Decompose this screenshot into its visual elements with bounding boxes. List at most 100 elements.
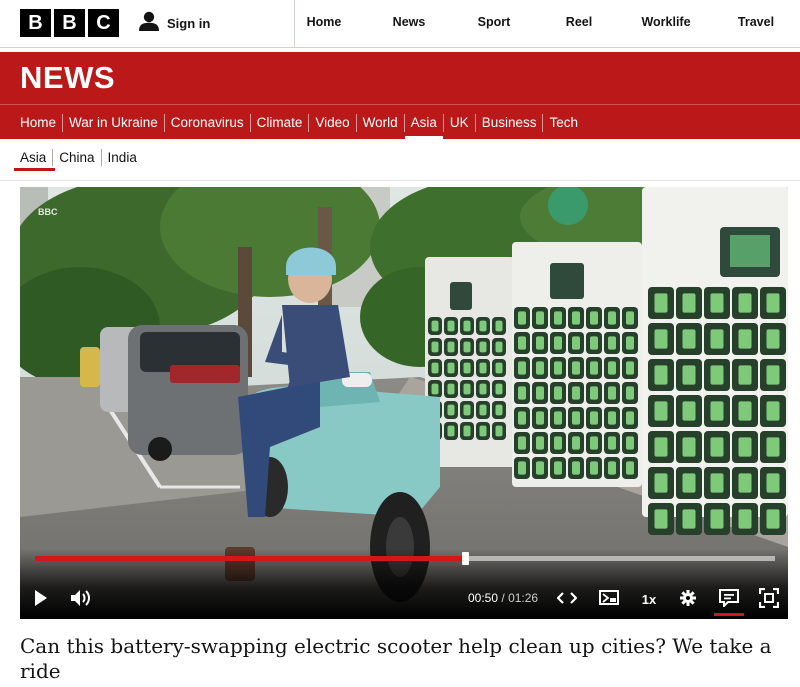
section-nav-label[interactable]: War in Ukraine	[63, 115, 164, 130]
battery-indicator	[626, 461, 634, 475]
signin-label: Sign in	[167, 15, 211, 31]
video-player[interactable]: BBC 00:50 / 01:26 1x	[20, 187, 788, 619]
section-nav-label[interactable]: UK	[444, 115, 475, 130]
global-nav-home[interactable]: Home	[295, 0, 353, 48]
battery-indicator	[431, 383, 439, 395]
section-nav-video[interactable]: Video	[309, 105, 355, 140]
battery-indicator	[682, 509, 696, 529]
section-nav-uk[interactable]: UK	[444, 105, 475, 140]
section-nav-label[interactable]: Climate	[251, 115, 309, 130]
battery-indicator	[682, 401, 696, 421]
battery-indicator	[608, 311, 616, 325]
battery-indicator	[518, 411, 526, 425]
embed-button[interactable]	[554, 586, 580, 612]
fullscreen-button[interactable]	[756, 586, 782, 612]
section-nav-label[interactable]: Business	[476, 115, 543, 130]
battery-indicator	[495, 383, 503, 395]
picture-in-picture-icon	[599, 589, 619, 609]
sub-nav-asia[interactable]: Asia	[14, 150, 52, 165]
volume-button[interactable]	[66, 586, 96, 612]
section-nav-home[interactable]: Home	[14, 105, 62, 140]
seek-bar-handle[interactable]	[461, 552, 469, 565]
battery-indicator	[536, 436, 544, 450]
bbc-logo[interactable]: B B C	[20, 9, 119, 37]
battery-indicator	[590, 361, 598, 375]
battery-indicator	[479, 341, 487, 353]
battery-indicator	[738, 365, 752, 385]
section-nav-tech[interactable]: Tech	[543, 105, 584, 140]
section-nav-label[interactable]: Coronavirus	[165, 115, 250, 130]
embed-icon	[556, 591, 578, 608]
sub-nav-china[interactable]: China	[53, 150, 100, 165]
battery-indicator	[766, 509, 780, 529]
playback-speed-label: 1x	[641, 591, 657, 607]
battery-indicator	[590, 461, 598, 475]
battery-indicator	[682, 437, 696, 457]
battery-indicator	[608, 461, 616, 475]
battery-indicator	[654, 365, 668, 385]
battery-indicator	[554, 436, 562, 450]
battery-indicator	[590, 311, 598, 325]
section-nav-label[interactable]: Asia	[405, 115, 443, 130]
battery-indicator	[463, 404, 471, 416]
battery-indicator	[590, 386, 598, 400]
global-nav-news[interactable]: News	[353, 0, 465, 48]
play-icon	[34, 589, 48, 609]
video-headline: Can this battery-swapping electric scoot…	[20, 634, 772, 683]
captions-button[interactable]	[716, 586, 742, 612]
section-nav-label[interactable]: World	[357, 115, 404, 130]
battery-indicator	[710, 437, 724, 457]
battery-indicator	[479, 425, 487, 437]
section-nav-world[interactable]: World	[357, 105, 404, 140]
battery-indicator	[590, 436, 598, 450]
battery-indicator	[590, 411, 598, 425]
settings-button[interactable]	[676, 586, 700, 612]
battery-indicator	[654, 401, 668, 421]
battery-indicator	[710, 329, 724, 349]
battery-indicator	[654, 437, 668, 457]
global-nav: Home News Sport Reel Worklife Travel	[295, 0, 800, 48]
user-icon	[138, 10, 160, 37]
global-nav-worklife[interactable]: Worklife	[635, 0, 697, 48]
section-nav-asia[interactable]: Asia	[404, 105, 444, 140]
sub-nav-active-indicator	[14, 168, 55, 171]
logo-letter-b1: B	[20, 9, 51, 37]
global-nav-travel[interactable]: Travel	[697, 0, 800, 48]
battery-indicator	[738, 401, 752, 421]
global-nav-reel[interactable]: Reel	[523, 0, 635, 48]
battery-indicator	[766, 365, 780, 385]
news-section-title[interactable]: NEWS	[20, 60, 115, 96]
battery-indicator	[554, 411, 562, 425]
global-nav-sport[interactable]: Sport	[465, 0, 523, 48]
battery-indicator	[710, 509, 724, 529]
section-nav-label[interactable]: Home	[14, 115, 62, 130]
playback-speed-button[interactable]: 1x	[635, 586, 663, 612]
section-nav-coronavirus[interactable]: Coronavirus	[165, 105, 250, 140]
battery-indicator	[495, 362, 503, 374]
battery-indicator	[554, 361, 562, 375]
battery-indicator	[766, 293, 780, 313]
battery-indicator	[654, 473, 668, 493]
picture-in-picture-button[interactable]	[596, 586, 622, 612]
section-nav-label[interactable]: Video	[309, 115, 355, 130]
signin-link[interactable]: Sign in	[138, 9, 210, 37]
battery-indicator	[710, 365, 724, 385]
section-nav-climate[interactable]: Climate	[251, 105, 309, 140]
section-nav-business[interactable]: Business	[476, 105, 543, 140]
seek-bar[interactable]	[35, 552, 775, 565]
battery-indicator	[572, 411, 580, 425]
battery-indicator	[447, 425, 455, 437]
section-nav-label[interactable]: Tech	[543, 115, 584, 130]
sub-nav-india[interactable]: India	[102, 150, 143, 165]
battery-indicator	[572, 311, 580, 325]
battery-indicator	[626, 411, 634, 425]
play-button[interactable]	[28, 586, 54, 612]
battery-indicator	[738, 437, 752, 457]
section-nav-war-in-ukraine[interactable]: War in Ukraine	[63, 105, 164, 140]
battery-indicator	[572, 386, 580, 400]
battery-indicator	[654, 509, 668, 529]
volume-icon	[70, 589, 92, 610]
battery-indicator	[554, 386, 562, 400]
gear-icon	[680, 589, 696, 609]
captions-icon	[719, 588, 739, 610]
